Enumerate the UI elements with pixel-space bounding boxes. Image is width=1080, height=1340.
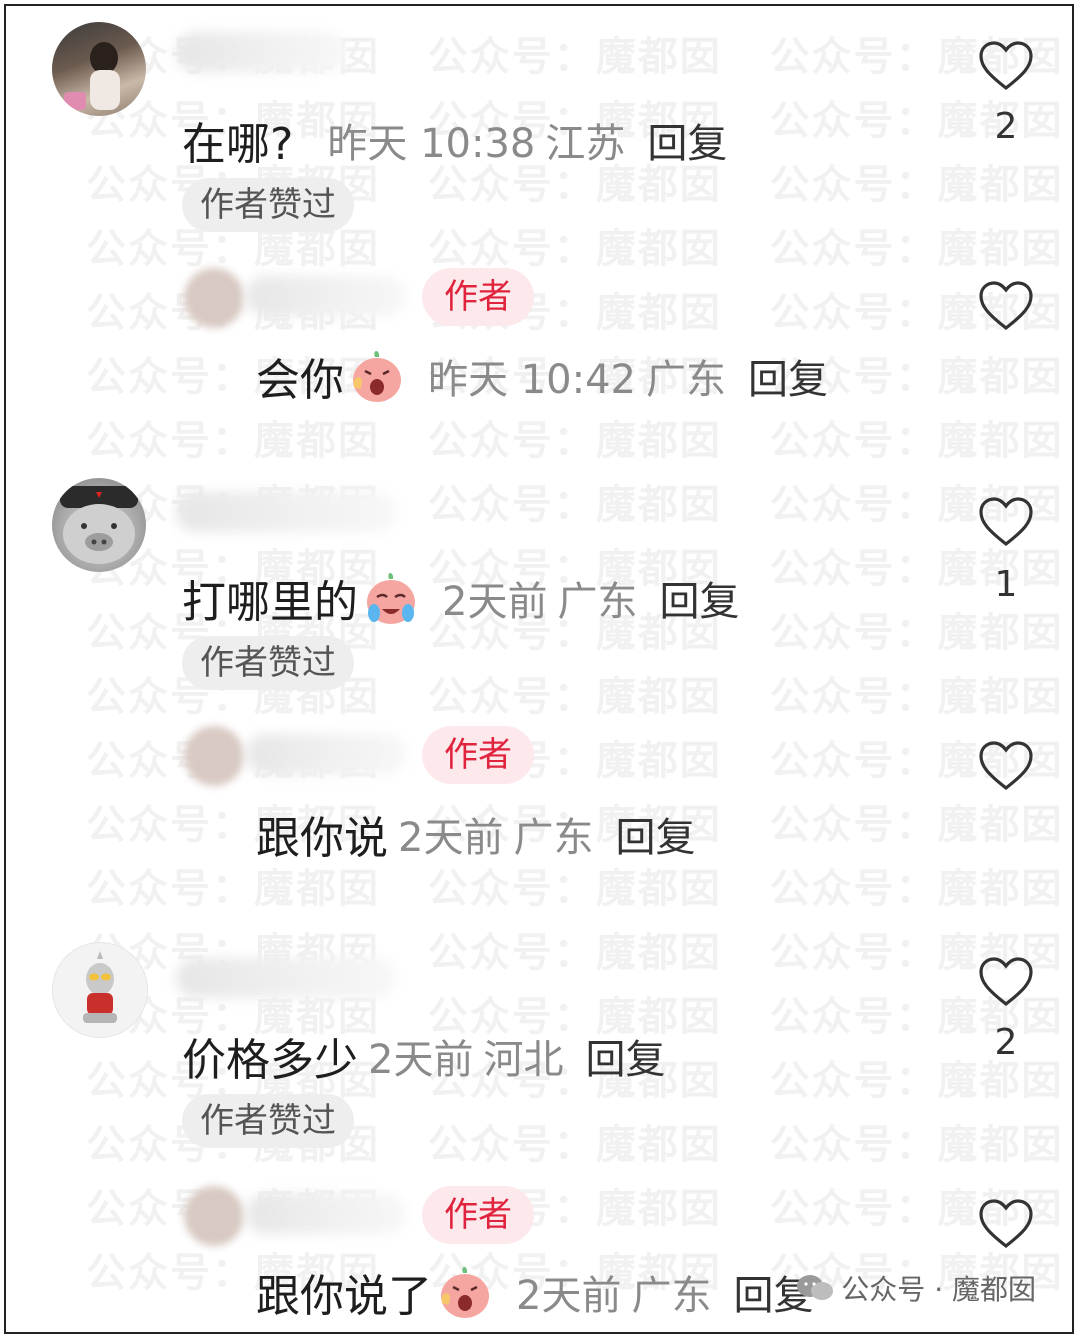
- comment-location: 广东: [557, 579, 638, 625]
- footer-watermark-text: 公众号 · 魔都囡: [841, 1273, 1036, 1306]
- heart-icon[interactable]: [978, 1198, 1034, 1250]
- author-liked-tag: 作者赞过: [182, 178, 354, 232]
- comment-line: 在哪? 昨天 10:38 江苏 回复: [182, 108, 727, 172]
- reply-button[interactable]: 回复: [647, 111, 727, 169]
- comment-line: 价格多少 2天前 河北 回复: [182, 1024, 665, 1088]
- author-badge: 作者: [422, 268, 534, 326]
- comment-line: 会你 昨天 10:42 广东 回复: [256, 344, 828, 408]
- comment-location: 江苏: [545, 121, 626, 167]
- heart-icon[interactable]: [978, 280, 1034, 332]
- comment-text: 跟你说: [256, 813, 388, 864]
- comment-line: 打哪里的 2天前 广东 回复: [182, 566, 739, 630]
- comment-time: 2天前: [368, 1037, 474, 1083]
- comment-location: 广东: [646, 357, 726, 403]
- username-blurred[interactable]: [176, 32, 346, 72]
- author-avatar[interactable]: [184, 268, 244, 328]
- like-count: 2: [994, 1022, 1018, 1063]
- username-blurred[interactable]: [176, 492, 396, 532]
- comment-location: 河北: [483, 1037, 564, 1083]
- comment-line: 跟你说了 2天前 广东 回复: [256, 1260, 813, 1324]
- crying-face-icon: [367, 573, 415, 624]
- heart-icon[interactable]: [978, 740, 1034, 792]
- username-blurred[interactable]: [246, 734, 406, 774]
- author-badge: 作者: [422, 1186, 534, 1244]
- comment-text: 会你: [256, 355, 344, 406]
- avatar-photo-icon: [64, 42, 120, 110]
- comment-location: 广东: [513, 815, 594, 861]
- comment-time: 2天前: [516, 1273, 622, 1319]
- watermark-row: 公众号：魔都囡 公众号：魔都囡 公众号：魔都囡: [86, 418, 1064, 464]
- like-count: 1: [994, 564, 1018, 605]
- username-blurred[interactable]: [246, 1194, 406, 1234]
- author-liked-tag: 作者赞过: [182, 636, 354, 690]
- comment-time: 昨天 10:42: [428, 357, 636, 403]
- pig-face-icon: [60, 486, 138, 564]
- surprised-face-icon: [441, 1267, 489, 1318]
- footer-watermark: 公众号 · 魔都囡: [795, 1268, 1036, 1308]
- avatar[interactable]: [52, 22, 146, 116]
- comment-line: 跟你说 2天前 广东 回复: [256, 802, 695, 866]
- username-blurred[interactable]: [176, 958, 396, 998]
- watermark-layer: 公众号：魔都囡 公众号：魔都囡 公众号：魔都囡 公众号：魔都囡 公众号：魔都囡 …: [6, 6, 1072, 1332]
- avatar[interactable]: [52, 478, 146, 572]
- heart-icon[interactable]: [978, 40, 1034, 92]
- reply-button[interactable]: 回复: [585, 1027, 665, 1085]
- wechat-icon: [797, 1275, 834, 1300]
- comment-location: 广东: [631, 1273, 712, 1319]
- author-avatar[interactable]: [184, 1186, 244, 1246]
- like-count: 2: [994, 106, 1018, 147]
- comment-text: 打哪里的: [182, 577, 358, 628]
- author-avatar[interactable]: [184, 726, 244, 786]
- heart-icon[interactable]: [978, 956, 1034, 1008]
- comment-text: 跟你说了: [256, 1271, 432, 1322]
- comment-time: 昨天 10:38: [327, 121, 536, 167]
- comment-text: 价格多少: [182, 1035, 358, 1086]
- comment-time: 2天前: [398, 815, 504, 861]
- comment-text: 在哪?: [182, 119, 294, 170]
- heart-icon[interactable]: [978, 496, 1034, 548]
- avatar[interactable]: [52, 942, 148, 1038]
- author-badge: 作者: [422, 726, 534, 784]
- comment-list-frame: 公众号：魔都囡 公众号：魔都囡 公众号：魔都囡 公众号：魔都囡 公众号：魔都囡 …: [4, 4, 1074, 1334]
- ultraman-figure-icon: [83, 951, 117, 1023]
- reply-button[interactable]: 回复: [615, 805, 695, 863]
- reply-button[interactable]: 回复: [748, 347, 828, 405]
- comment-time: 2天前: [442, 579, 548, 625]
- reply-button[interactable]: 回复: [659, 569, 739, 627]
- surprised-face-icon: [353, 351, 401, 402]
- username-blurred[interactable]: [246, 276, 406, 316]
- author-liked-tag: 作者赞过: [182, 1094, 354, 1148]
